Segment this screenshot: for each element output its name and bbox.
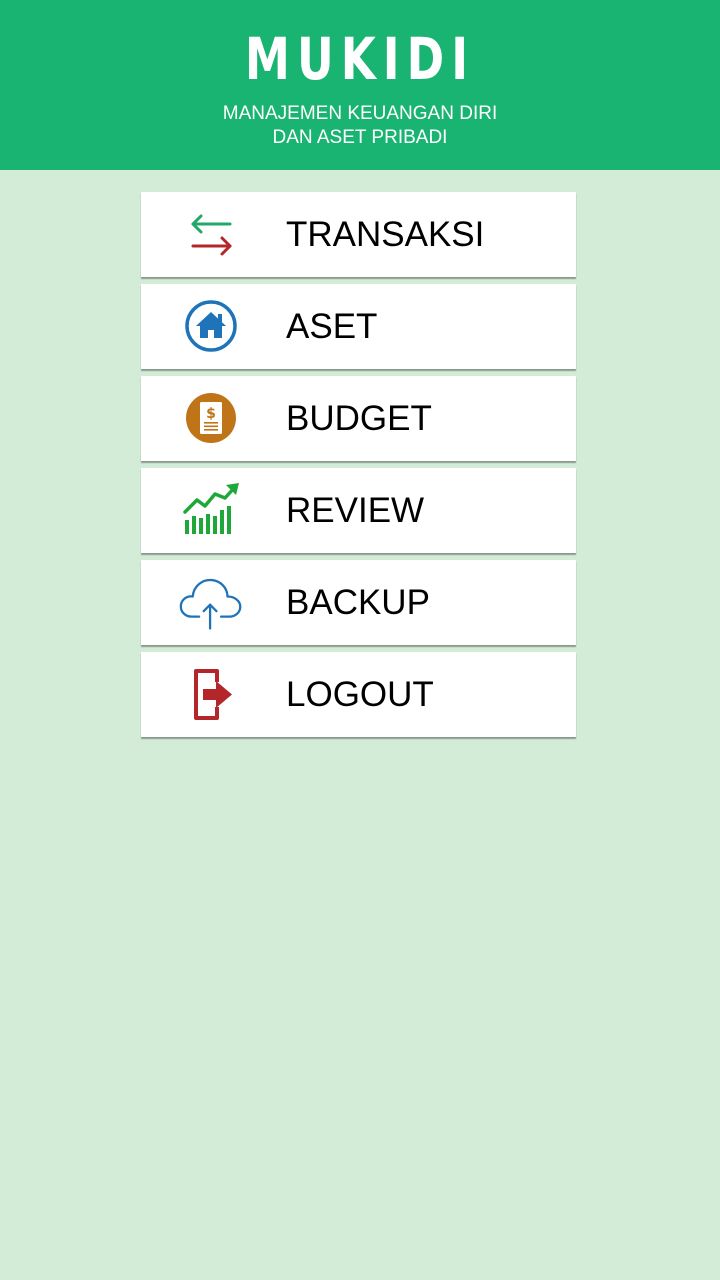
- menu-item-review[interactable]: REVIEW: [141, 468, 576, 553]
- menu-label-review: REVIEW: [286, 491, 425, 530]
- cloud-upload-icon: [179, 574, 243, 630]
- app-subtitle: MANAJEMEN KEUANGAN DIRI DAN ASET PRIBADI: [0, 102, 720, 150]
- menu-item-backup[interactable]: BACKUP: [141, 560, 576, 645]
- app-title: MUKIDI: [244, 25, 476, 93]
- menu-label-logout: LOGOUT: [286, 675, 434, 714]
- budget-dollar-icon: $: [179, 390, 243, 446]
- svg-text:$: $: [206, 406, 216, 422]
- menu-label-aset: ASET: [286, 307, 378, 346]
- app-subtitle-line-2: DAN ASET PRIBADI: [272, 127, 448, 148]
- transfer-arrows-icon: [179, 206, 243, 262]
- main-menu: TRANSAKSI ASET $ BUDGET REVIEW BACKUP LO…: [141, 192, 576, 744]
- menu-label-budget: BUDGET: [286, 399, 432, 438]
- menu-item-aset[interactable]: ASET: [141, 284, 576, 369]
- menu-item-logout[interactable]: LOGOUT: [141, 652, 576, 737]
- menu-item-transaksi[interactable]: TRANSAKSI: [141, 192, 576, 277]
- app-subtitle-line-1: MANAJEMEN KEUANGAN DIRI: [222, 103, 498, 124]
- menu-item-budget[interactable]: $ BUDGET: [141, 376, 576, 461]
- house-icon: [179, 298, 243, 354]
- menu-label-backup: BACKUP: [286, 583, 430, 622]
- growth-chart-icon: [179, 482, 243, 538]
- logout-icon: [179, 666, 243, 722]
- app-header: MUKIDI MANAJEMEN KEUANGAN DIRI DAN ASET …: [0, 0, 720, 170]
- menu-label-transaksi: TRANSAKSI: [286, 215, 485, 254]
